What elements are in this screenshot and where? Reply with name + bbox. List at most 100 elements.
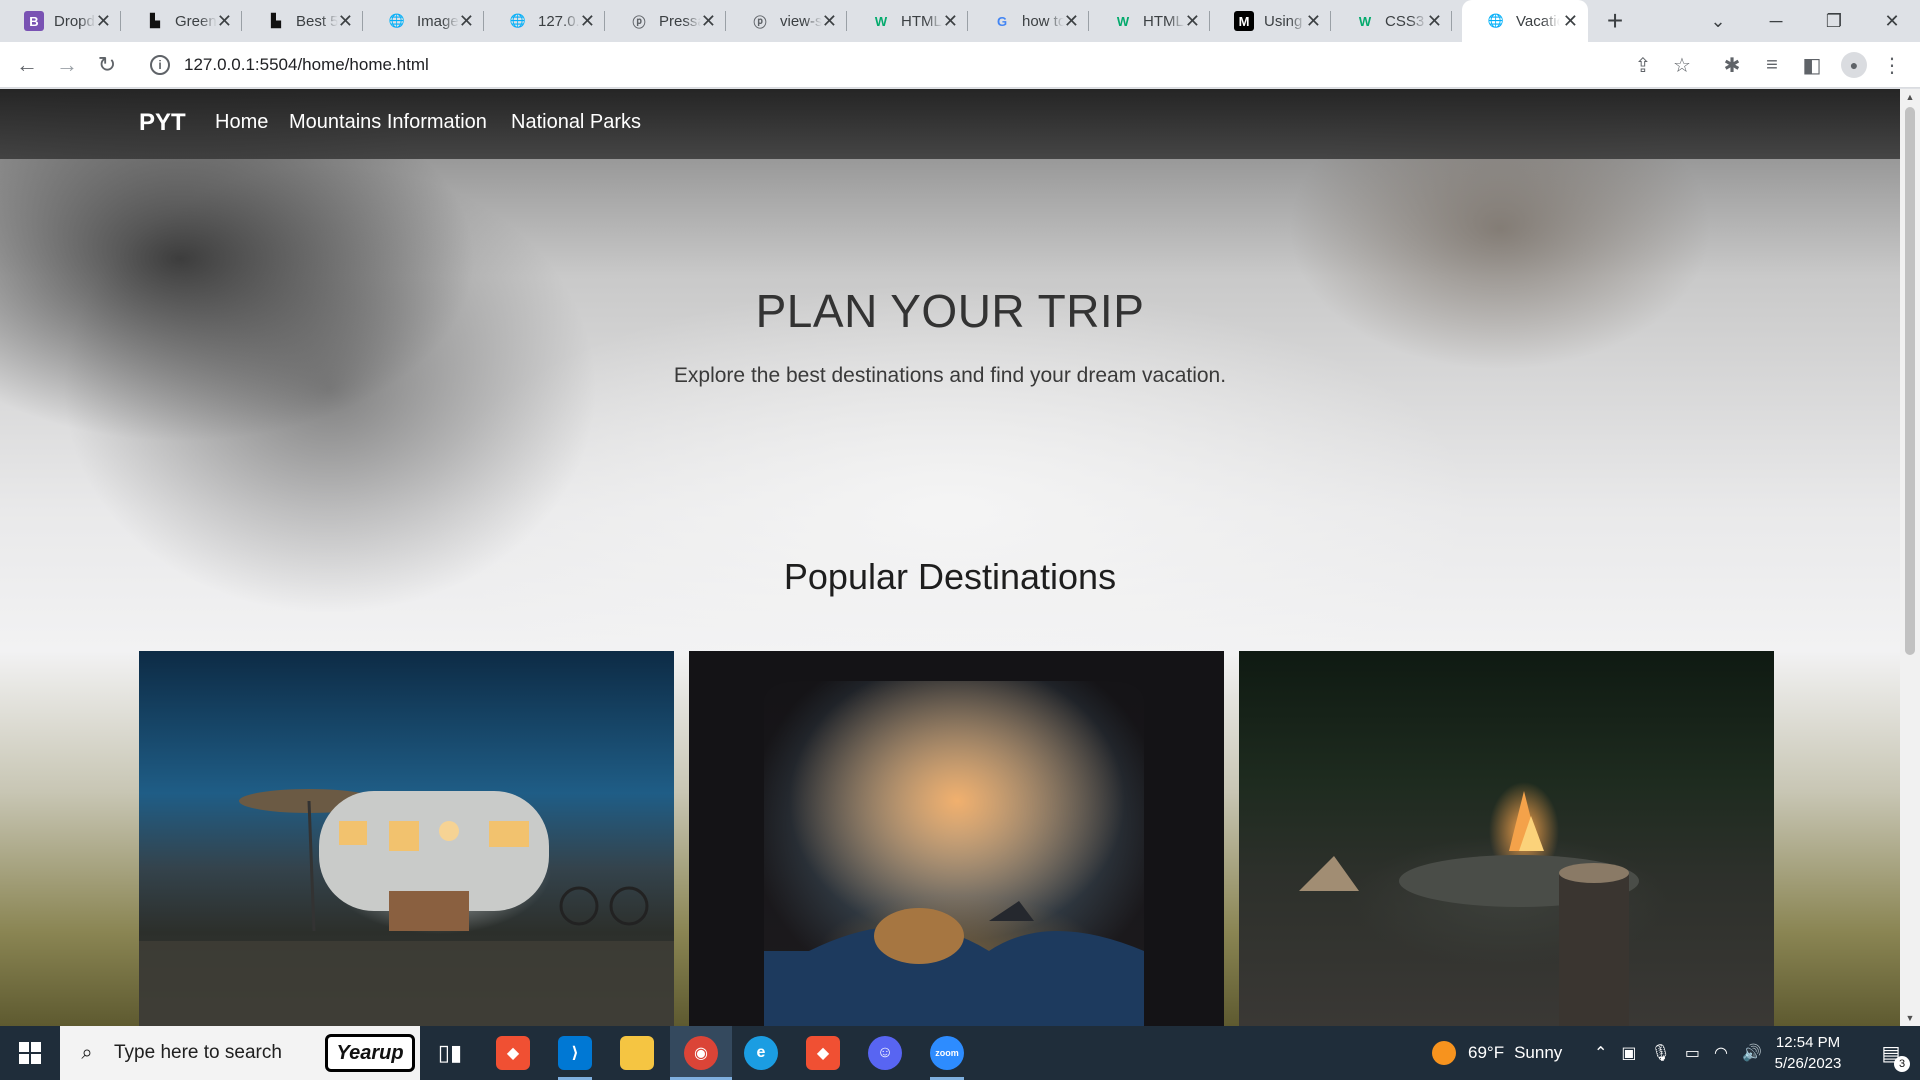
notification-count-badge: 3 bbox=[1894, 1056, 1910, 1072]
car-camping-illustration bbox=[689, 651, 1224, 1026]
chevron-up-icon[interactable]: ⌃ bbox=[1594, 1043, 1607, 1063]
tab-strip: BDropdown✕▙Green✕▙Best 5✕🌐Images✕🌐127.0.… bbox=[0, 0, 1920, 42]
url-text[interactable]: 127.0.0.1:5504/home/home.html bbox=[184, 55, 429, 75]
close-window-icon[interactable]: ✕ bbox=[1864, 0, 1920, 42]
share-icon[interactable]: ⇪ bbox=[1631, 53, 1655, 77]
site-brand-logo[interactable]: PYT bbox=[139, 109, 186, 137]
taskbar-app-vscode[interactable]: ⟩ bbox=[550, 1026, 600, 1080]
weather-widget[interactable]: 69°F Sunny bbox=[1432, 1026, 1562, 1080]
taskbar-app-edge[interactable]: e bbox=[736, 1026, 786, 1080]
hero-title: PLAN YOUR TRIP bbox=[755, 285, 1145, 337]
nav-link-home[interactable]: Home bbox=[215, 111, 268, 134]
close-tab-icon[interactable]: ✕ bbox=[96, 12, 111, 30]
nav-link-national-parks[interactable]: National Parks bbox=[511, 111, 641, 134]
system-clock[interactable]: 12:54 PM 5/26/2023 bbox=[1760, 1032, 1856, 1074]
tab-9[interactable]: W HTML ✕ bbox=[1089, 0, 1210, 42]
close-tab-icon[interactable]: ✕ bbox=[217, 12, 232, 30]
tab-12[interactable]: 🌐 Vacation✕ bbox=[1462, 0, 1588, 42]
taskbar-app-git-2[interactable]: ◆ bbox=[798, 1026, 848, 1080]
address-bar[interactable]: i 127.0.0.1:5504/home/home.html bbox=[138, 47, 1718, 83]
taskbar-app-git[interactable]: ◆ bbox=[488, 1026, 538, 1080]
close-tab-icon[interactable]: ✕ bbox=[1306, 12, 1321, 30]
git-icon: ◆ bbox=[496, 1036, 530, 1070]
tab-4[interactable]: 🌐 127.0.0.1✕ bbox=[484, 0, 605, 42]
scroll-up-arrow-icon[interactable]: ▲ bbox=[1905, 92, 1915, 102]
restore-window-icon[interactable]: ❐ bbox=[1806, 0, 1862, 42]
camper-trailer-illustration bbox=[139, 789, 674, 1026]
scroll-down-arrow-icon[interactable]: ▼ bbox=[1905, 1013, 1915, 1023]
tab-10[interactable]: M Using ✕ bbox=[1210, 0, 1331, 42]
new-tab-button[interactable]: + bbox=[1598, 4, 1632, 38]
tab-11[interactable]: W CSS3 ✕ bbox=[1331, 0, 1452, 42]
task-view-icon[interactable]: ▯▮ bbox=[425, 1026, 475, 1080]
close-tab-icon[interactable]: ✕ bbox=[1185, 12, 1200, 30]
taskbar-app-chrome[interactable]: ◉ bbox=[670, 1026, 732, 1080]
windows-taskbar: ⌕ Type here to search Yearup ▯▮ ◆ ⟩ ◉ e … bbox=[0, 1026, 1920, 1080]
tab-0[interactable]: B Dropdown✕ bbox=[0, 0, 121, 42]
taskbar-app-file-explorer[interactable] bbox=[612, 1026, 662, 1080]
media-control-icon[interactable]: ≡ bbox=[1760, 53, 1784, 77]
tab-5[interactable]: ⓟ Pressable✕ bbox=[605, 0, 726, 42]
taskbar-app-discord[interactable]: ☺ bbox=[860, 1026, 910, 1080]
close-tab-icon[interactable]: ✕ bbox=[1064, 12, 1079, 30]
volume-icon[interactable]: 🔊 bbox=[1742, 1043, 1762, 1063]
back-icon[interactable]: ← bbox=[12, 50, 42, 80]
nav-link-mountains-information[interactable]: Mountains Information bbox=[289, 111, 487, 134]
page-scrollbar[interactable]: ▲ ▼ bbox=[1900, 89, 1920, 1026]
destination-image-campfire-forest[interactable] bbox=[1239, 651, 1774, 1026]
tab-title: Green bbox=[175, 12, 217, 30]
wifi-icon[interactable]: ◠ bbox=[1714, 1043, 1728, 1063]
close-tab-icon[interactable]: ✕ bbox=[943, 12, 958, 30]
close-tab-icon[interactable]: ✕ bbox=[701, 12, 716, 30]
bookmark-star-icon[interactable]: ☆ bbox=[1670, 53, 1694, 77]
minimize-window-icon[interactable]: ─ bbox=[1748, 0, 1804, 42]
wordpress-icon: ⓟ bbox=[753, 14, 767, 30]
tab-title: CSS3 bbox=[1385, 12, 1425, 30]
destination-image-car-camping-view[interactable] bbox=[689, 651, 1224, 1026]
battery-icon[interactable]: ▭ bbox=[1685, 1043, 1700, 1063]
microphone-icon[interactable]: 🎙 bbox=[1651, 1043, 1671, 1063]
yearup-search-highlight[interactable]: Yearup bbox=[325, 1034, 415, 1072]
tab-title: 127.0.0.1 bbox=[538, 12, 580, 30]
close-tab-icon[interactable]: ✕ bbox=[1563, 12, 1578, 30]
extensions-icon[interactable]: ✱ bbox=[1720, 53, 1744, 77]
tab-title: Vacation bbox=[1516, 12, 1560, 30]
w3schools-icon: W bbox=[1116, 13, 1130, 29]
tab-3[interactable]: 🌐 Images✕ bbox=[363, 0, 484, 42]
wordpress-icon: ⓟ bbox=[632, 14, 646, 30]
globe-icon: 🌐 bbox=[388, 13, 406, 28]
search-icon: ⌕ bbox=[81, 1041, 93, 1064]
start-button[interactable] bbox=[0, 1026, 60, 1080]
forward-icon[interactable]: → bbox=[52, 50, 82, 80]
sun-icon bbox=[1432, 1041, 1456, 1065]
profile-avatar-icon[interactable]: ● bbox=[1841, 52, 1867, 78]
browser-toolbar: ← → ↻ i 127.0.0.1:5504/home/home.html ⇪ … bbox=[0, 42, 1920, 88]
tab-6[interactable]: ⓟ view-source✕ bbox=[726, 0, 847, 42]
destination-image-camper-trailer[interactable] bbox=[139, 651, 674, 1026]
close-tab-icon[interactable]: ✕ bbox=[580, 12, 595, 30]
close-tab-icon[interactable]: ✕ bbox=[822, 12, 837, 30]
browser-menu-icon[interactable]: ⋮ bbox=[1880, 53, 1904, 77]
close-tab-icon[interactable]: ✕ bbox=[338, 12, 353, 30]
zoom-icon: zoom bbox=[930, 1036, 964, 1070]
taskbar-app-zoom[interactable]: zoom bbox=[922, 1026, 972, 1080]
hero-subtitle: Explore the best destinations and find y… bbox=[673, 364, 1227, 387]
system-tray: ⌃ ▣ 🎙 ▭ ◠ 🔊 bbox=[1594, 1026, 1762, 1080]
scrollbar-thumb[interactable] bbox=[1905, 107, 1915, 655]
site-info-icon[interactable]: i bbox=[150, 55, 170, 75]
tab-1[interactable]: ▙ Green ✕ bbox=[121, 0, 242, 42]
close-tab-icon[interactable]: ✕ bbox=[1427, 12, 1442, 30]
notification-center-icon[interactable]: ▤ 3 bbox=[1866, 1026, 1916, 1080]
tab-8[interactable]: Ghow to ✕ bbox=[968, 0, 1089, 42]
tab-title: how to bbox=[1022, 12, 1064, 30]
meet-now-icon[interactable]: ▣ bbox=[1621, 1043, 1636, 1063]
tab-search-icon[interactable]: ⌄ bbox=[1690, 0, 1746, 42]
w3schools-icon: W bbox=[1358, 13, 1372, 29]
side-panel-icon[interactable]: ◧ bbox=[1800, 53, 1824, 77]
reload-icon[interactable]: ↻ bbox=[92, 50, 122, 80]
close-tab-icon[interactable]: ✕ bbox=[459, 12, 474, 30]
tab-7[interactable]: W HTML ✕ bbox=[847, 0, 968, 42]
tab-2[interactable]: ▙ Best 5 ✕ bbox=[242, 0, 363, 42]
weather-temperature: 69°F bbox=[1468, 1043, 1505, 1062]
section-title-popular-destinations: Popular Destinations bbox=[783, 556, 1117, 597]
